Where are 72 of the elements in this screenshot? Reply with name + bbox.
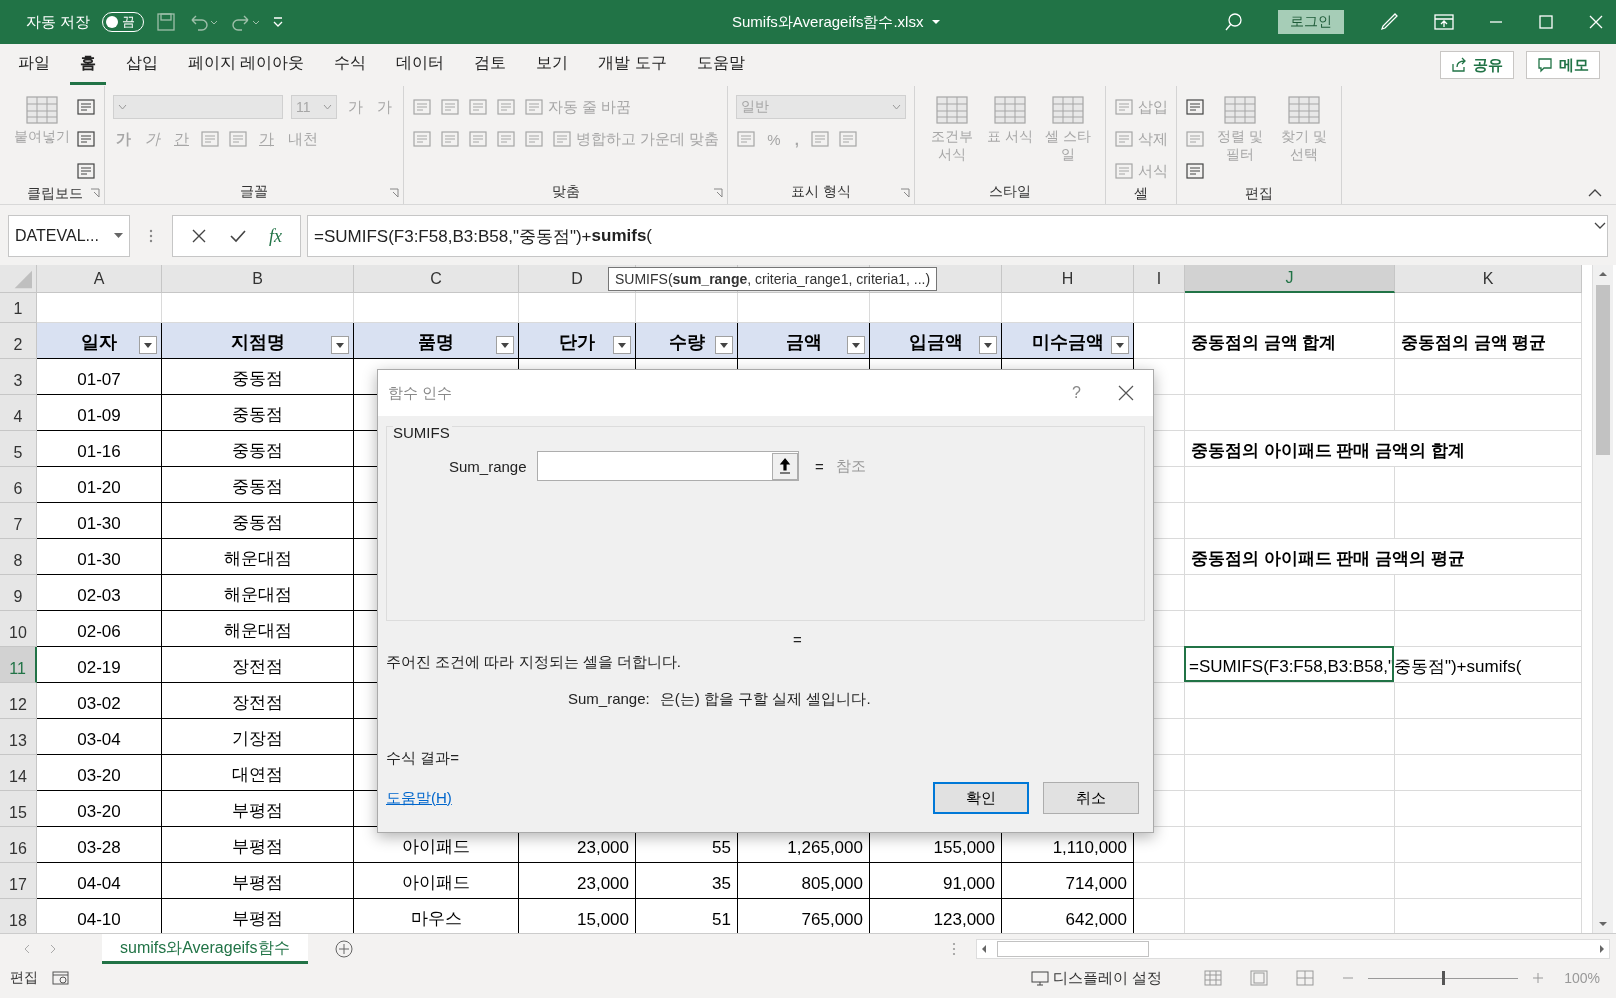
- table-cell: 중동점: [162, 503, 354, 539]
- header-text: 수량: [668, 331, 705, 354]
- header-text: 지점명: [230, 331, 285, 354]
- dropdown-value: 일반: [741, 98, 770, 116]
- equals-sign: =: [793, 631, 802, 649]
- table-cell: 03-20: [37, 791, 162, 827]
- table-cell: 부평점: [162, 791, 354, 827]
- table-cell: 02-19: [37, 647, 162, 683]
- table-cell: 부평점: [162, 863, 354, 899]
- table-cell: 02-03: [37, 575, 162, 611]
- header-text: 입금액: [908, 331, 963, 354]
- argument-label: Sum_range: [449, 457, 525, 475]
- table-cell: 중동점: [162, 431, 354, 467]
- autosave-label: 자동 저장: [26, 12, 91, 32]
- formula-result: 수식 결과=: [386, 749, 460, 768]
- table-cell: 01-20: [37, 467, 162, 503]
- table-cell: 해운대점: [162, 575, 354, 611]
- function-description: 주어진 조건에 따라 지정되는 셀을 더합니다.: [386, 653, 682, 672]
- table-cell: 부평점: [162, 827, 354, 863]
- equals-sign: =: [815, 457, 824, 475]
- table-cell: 해운대점: [162, 611, 354, 647]
- function-tooltip: SUMIFS(sum_range, criteria_range1, criteria1, ...): [608, 267, 938, 291]
- header-text: 단가: [559, 331, 595, 354]
- table-cell: 01-16: [37, 431, 162, 467]
- table-cell: 01-30: [37, 539, 162, 575]
- table-cell: 03-02: [37, 683, 162, 719]
- dropdown-value: 11: [296, 99, 311, 115]
- table-cell: 91,000: [870, 863, 1002, 899]
- group-label: 셀: [1134, 185, 1149, 203]
- table-cell: 714,000: [1002, 863, 1134, 899]
- group-label: 편집: [1245, 185, 1274, 203]
- table-cell: 기장점: [162, 719, 354, 755]
- table-cell: 01-09: [37, 395, 162, 431]
- table-cell: 해운대점: [162, 539, 354, 575]
- name-box-value: DATEVAL...: [15, 227, 99, 245]
- table-cell: 23,000: [519, 863, 636, 899]
- table-cell: 02-06: [37, 611, 162, 647]
- table-cell: 03-28: [37, 827, 162, 863]
- argument-description: 은(는) 합을 구할 실제 셀입니다.: [659, 690, 871, 709]
- function-name: SUMIFS: [393, 424, 452, 441]
- header-text: 품명: [418, 331, 454, 354]
- table-cell: 중동점의 금액 평균: [1395, 323, 1582, 359]
- group-label: 클립보드: [27, 185, 83, 203]
- table-cell: 01-30: [37, 503, 162, 539]
- argument-name: Sum_range:: [568, 690, 650, 709]
- table-cell: 35: [636, 863, 738, 899]
- table-cell: 장전점: [162, 683, 354, 719]
- header-text: 미수금액: [1031, 331, 1104, 354]
- group-label: 글꼴: [240, 183, 268, 201]
- table-cell: 03-04: [37, 719, 162, 755]
- dialog-title: 함수 인수: [388, 383, 453, 403]
- group-label: 표시 형식: [791, 183, 852, 201]
- group-label: 맞춤: [551, 183, 580, 201]
- table-cell: 장전점: [162, 647, 354, 683]
- header-text: 금액: [785, 331, 822, 354]
- table-cell: 805,000: [738, 863, 870, 899]
- table-cell: 04-04: [37, 863, 162, 899]
- table-cell: 중동점의 아이패드 판매 금액의 합계: [1185, 431, 1582, 467]
- table-cell: 01-07: [37, 359, 162, 395]
- header-text: 일자: [81, 331, 117, 354]
- argument-result: 참조: [835, 456, 866, 476]
- table-cell: 아이패드: [354, 863, 519, 899]
- table-cell: 03-20: [37, 755, 162, 791]
- table-cell: 중동점: [162, 467, 354, 503]
- file-name: Sumifs와Averageifs함수.xlsx: [732, 12, 924, 32]
- group-label: 스타일: [989, 183, 1032, 201]
- table-cell: 대연점: [162, 755, 354, 791]
- table-cell: 중동점: [162, 359, 354, 395]
- table-cell: 중동점: [162, 395, 354, 431]
- table-cell: 중동점의 금액 합계: [1185, 323, 1395, 359]
- table-cell: 중동점의 아이패드 판매 금액의 평균: [1185, 539, 1582, 575]
- mode-text: 편집: [10, 969, 38, 987]
